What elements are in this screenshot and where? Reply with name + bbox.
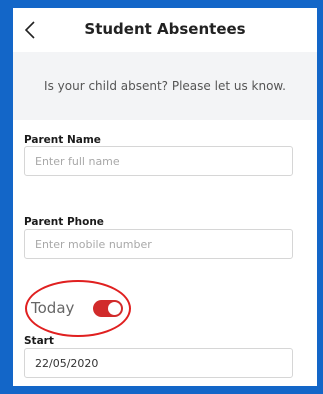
start-label: Start (24, 335, 54, 347)
parent-name-input[interactable] (24, 146, 293, 176)
today-toggle[interactable] (93, 300, 123, 317)
toggle-knob (108, 302, 121, 315)
header-bar: Student Absentees (13, 8, 317, 52)
app-screen: Student Absentees Is your child absent? … (13, 8, 317, 386)
page-title: Student Absentees (84, 20, 246, 38)
start-date-input[interactable] (24, 348, 293, 378)
parent-phone-label: Parent Phone (24, 216, 104, 228)
info-banner-text: Is your child absent? Please let us know… (44, 79, 286, 93)
parent-name-label: Parent Name (24, 134, 101, 146)
today-toggle-row: Today (29, 288, 149, 328)
today-label: Today (31, 299, 75, 317)
info-banner: Is your child absent? Please let us know… (13, 52, 317, 120)
parent-phone-input[interactable] (24, 229, 293, 259)
